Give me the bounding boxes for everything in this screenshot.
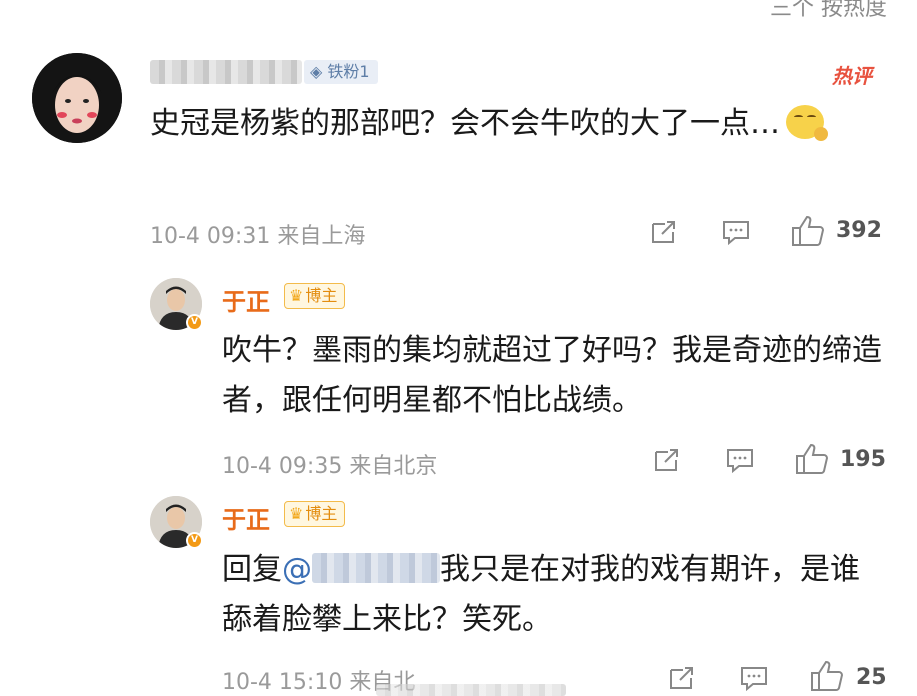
like-icon[interactable]	[791, 215, 825, 247]
comment-icon[interactable]	[740, 665, 768, 691]
like-icon[interactable]	[795, 443, 829, 475]
comment-icon[interactable]	[726, 447, 754, 473]
share-icon[interactable]	[650, 219, 678, 245]
commenter-avatar[interactable]	[32, 53, 122, 143]
verified-badge: V	[186, 532, 203, 549]
reply-text: 回复@ 我只是在对我的戏有期许，是谁舔着脸攀上来比？笑死。	[222, 552, 860, 637]
emoji-thinking-icon	[786, 105, 828, 141]
hot-comment-tag: 热评	[832, 64, 872, 88]
fan-badge: ◈ 铁粉1	[304, 60, 378, 84]
like-count: 195	[840, 447, 886, 472]
mention-link[interactable]: @	[282, 552, 312, 587]
like-count: 25	[856, 665, 887, 690]
blogger-badge: ♛ 博主	[284, 501, 346, 527]
comment-text: 史冠是杨紫的那部吧？会不会牛吹的大了一点…	[150, 99, 850, 149]
like-count: 392	[836, 218, 882, 243]
mention-name-redacted[interactable]	[312, 553, 440, 583]
crown-icon: ♛	[289, 286, 304, 305]
commenter-name-redacted[interactable]	[150, 60, 302, 84]
like-icon[interactable]	[810, 660, 844, 692]
reply-author[interactable]: 于正	[222, 282, 270, 317]
comment-meta: 10-4 09:31 来自上海	[150, 224, 366, 249]
reply-author[interactable]: 于正	[222, 500, 270, 535]
sort-toggle[interactable]: 三个 按热度	[770, 0, 887, 22]
blogger-badge: ♛ 博主	[284, 283, 346, 309]
fan-icon: ◈	[310, 62, 323, 81]
verified-badge: V	[186, 314, 203, 331]
reply-meta: 10-4 09:35 来自北京	[222, 454, 438, 479]
crown-icon: ♛	[289, 504, 304, 523]
reply-text: 吹牛？墨雨的集均就超过了好吗？我是奇迹的缔造者，跟任何明星都不怕比战绩。	[222, 333, 882, 418]
share-icon[interactable]	[653, 447, 681, 473]
comment-icon[interactable]	[722, 219, 750, 245]
watermark-redacted	[376, 684, 566, 696]
share-icon[interactable]	[668, 665, 696, 691]
